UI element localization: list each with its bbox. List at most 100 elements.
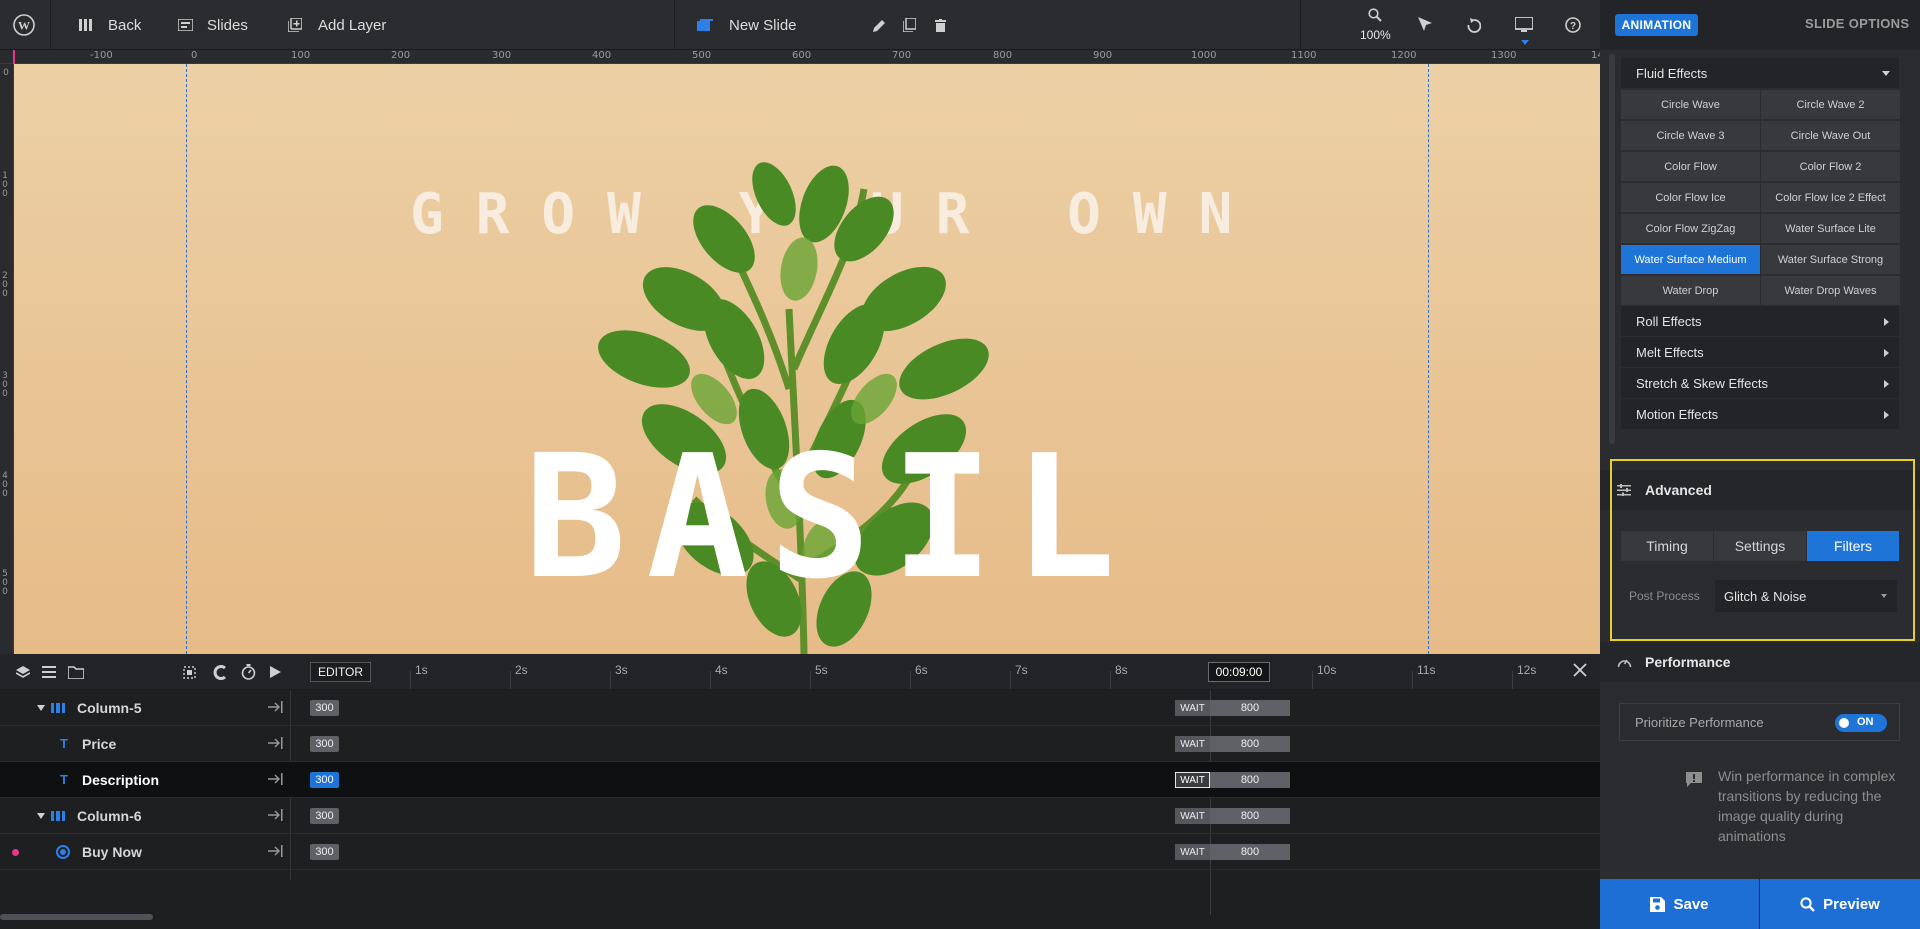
- magnet-button[interactable]: [212, 654, 227, 690]
- add-layer-button[interactable]: Add Layer: [288, 0, 386, 50]
- ruler-tick: 100: [2, 171, 8, 199]
- effect-option-color-flow-zigzag[interactable]: Color Flow ZigZag: [1621, 214, 1760, 243]
- chevron-right-icon: [1884, 411, 1889, 419]
- layer-in-duration[interactable]: 300: [310, 808, 339, 824]
- effect-option-water-drop-waves[interactable]: Water Drop Waves: [1761, 276, 1900, 305]
- collapse-caret-icon[interactable]: [37, 813, 45, 819]
- layer-out-duration[interactable]: 800: [1210, 700, 1290, 716]
- effect-option-water-drop[interactable]: Water Drop: [1621, 276, 1760, 305]
- effect-option-water-surface-medium[interactable]: Water Surface Medium: [1621, 245, 1760, 274]
- effect-option-color-flow[interactable]: Color Flow: [1621, 152, 1760, 181]
- layer-out-duration[interactable]: 800: [1210, 736, 1290, 752]
- timeline-row-column-6[interactable]: Column-6 300 WAIT 800: [0, 798, 1600, 834]
- layer-out-duration[interactable]: 800: [1210, 772, 1290, 788]
- folder-button[interactable]: [68, 654, 84, 690]
- zoom-button[interactable]: [1368, 0, 1382, 30]
- back-button[interactable]: Back: [79, 0, 141, 50]
- layers-button[interactable]: [16, 654, 30, 690]
- stretch-skew-effects-group[interactable]: Stretch & Skew Effects: [1621, 368, 1899, 398]
- align-end-icon[interactable]: [268, 701, 283, 713]
- title-layer[interactable]: BASIL: [524, 419, 1136, 617]
- timeline-second-label: 4s: [715, 663, 728, 677]
- layer-wait[interactable]: WAIT: [1175, 736, 1210, 752]
- motion-effects-group[interactable]: Motion Effects: [1621, 399, 1899, 429]
- save-button[interactable]: Save: [1600, 879, 1759, 929]
- timeline-row-column-5[interactable]: Column-5 300 WAIT 800: [0, 690, 1600, 726]
- layer-wait[interactable]: WAIT: [1175, 772, 1210, 788]
- roll-effects-group[interactable]: Roll Effects: [1621, 306, 1899, 336]
- layer-name: Price: [82, 736, 117, 752]
- folder-icon: [68, 665, 84, 679]
- align-end-icon[interactable]: [268, 845, 283, 857]
- timeline-row-description[interactable]: T Description 300 WAIT 800: [0, 762, 1600, 798]
- performance-section-header[interactable]: Performance: [1600, 642, 1920, 682]
- ruler-tick: 200: [391, 50, 411, 61]
- help-button[interactable]: ?: [1565, 0, 1581, 50]
- timeline-second-label: 5s: [815, 663, 828, 677]
- layer-marker-dot: [12, 849, 19, 856]
- search-icon: [1368, 8, 1382, 22]
- delete-slide-button[interactable]: [935, 0, 946, 50]
- effect-option-circle-wave-3[interactable]: Circle Wave 3: [1621, 121, 1760, 150]
- timeline-row-buy-now[interactable]: Buy Now 300 WAIT 800: [0, 834, 1600, 870]
- effect-option-water-surface-strong[interactable]: Water Surface Strong: [1761, 245, 1900, 274]
- ruler-tick: -100: [90, 50, 113, 61]
- tab-animation[interactable]: ANIMATION: [1615, 14, 1698, 36]
- layer-in-duration[interactable]: 300: [310, 772, 339, 788]
- grid-snap-button[interactable]: [182, 654, 197, 690]
- preview-button[interactable]: Preview: [1760, 879, 1920, 929]
- effect-option-circle-wave-2[interactable]: Circle Wave 2: [1761, 90, 1900, 119]
- collapse-caret-icon[interactable]: [37, 705, 45, 711]
- slide-canvas[interactable]: GROW YOUR OWN: [14, 64, 1600, 654]
- add-layer-icon: [288, 18, 302, 32]
- slide-name-field[interactable]: New Slide: [697, 0, 797, 50]
- current-time-indicator[interactable]: 00:09:00: [1208, 662, 1270, 682]
- align-end-icon[interactable]: [268, 809, 283, 821]
- tab-slide-options[interactable]: SLIDE OPTIONS: [1805, 16, 1909, 31]
- layer-in-duration[interactable]: 300: [310, 844, 339, 860]
- effect-option-circle-wave[interactable]: Circle Wave: [1621, 90, 1760, 119]
- duplicate-slide-button[interactable]: [903, 0, 916, 50]
- section-title: Performance: [1645, 654, 1731, 670]
- editor-mode-badge[interactable]: EDITOR: [310, 662, 371, 682]
- effect-option-color-flow-ice[interactable]: Color Flow Ice: [1621, 183, 1760, 212]
- info-bubble-icon: [1686, 772, 1702, 787]
- select-tool-button[interactable]: [1418, 0, 1432, 50]
- play-button[interactable]: [270, 654, 281, 690]
- effect-option-color-flow-2[interactable]: Color Flow 2: [1761, 152, 1900, 181]
- close-timeline-button[interactable]: [1572, 662, 1588, 683]
- column-icon: [51, 811, 65, 821]
- align-end-icon[interactable]: [268, 773, 283, 785]
- chevron-right-icon: [1884, 349, 1889, 357]
- timeline-layers: Column-5 300 WAIT 800 T Price 300 WAIT 8…: [0, 690, 1600, 929]
- fluid-effects-group[interactable]: Fluid Effects: [1621, 58, 1899, 88]
- layer-out-duration[interactable]: 800: [1210, 808, 1290, 824]
- back-label: Back: [108, 16, 142, 34]
- timeline-second-label: 6s: [915, 663, 928, 677]
- layer-in-duration[interactable]: 300: [310, 700, 339, 716]
- effect-option-circle-wave-out[interactable]: Circle Wave Out: [1761, 121, 1900, 150]
- prioritize-performance-toggle[interactable]: ON: [1835, 714, 1887, 732]
- panel-scrollbar[interactable]: [1609, 54, 1615, 444]
- list-view-button[interactable]: [42, 654, 56, 690]
- slides-button[interactable]: Slides: [178, 0, 248, 50]
- layer-wait[interactable]: WAIT: [1175, 844, 1210, 860]
- layer-name: Description: [82, 772, 160, 788]
- timer-button[interactable]: [241, 654, 256, 690]
- undo-button[interactable]: [1467, 0, 1481, 50]
- text-layer-icon: T: [60, 772, 68, 787]
- undo-icon: [1467, 17, 1481, 33]
- wordpress-logo-button[interactable]: W: [13, 0, 35, 50]
- melt-effects-group[interactable]: Melt Effects: [1621, 337, 1899, 367]
- layer-wait[interactable]: WAIT: [1175, 700, 1210, 716]
- effect-option-color-flow-ice-2-effect[interactable]: Color Flow Ice 2 Effect: [1761, 183, 1900, 212]
- layer-in-duration[interactable]: 300: [310, 736, 339, 752]
- timeline-row-price[interactable]: T Price 300 WAIT 800: [0, 726, 1600, 762]
- grid-icon: [79, 19, 92, 31]
- layer-out-duration[interactable]: 800: [1210, 844, 1290, 860]
- layer-wait[interactable]: WAIT: [1175, 808, 1210, 824]
- timeline-horizontal-scrollbar[interactable]: [0, 914, 153, 920]
- align-end-icon[interactable]: [268, 737, 283, 749]
- effect-option-water-surface-lite[interactable]: Water Surface Lite: [1761, 214, 1900, 243]
- edit-slide-button[interactable]: [873, 0, 886, 50]
